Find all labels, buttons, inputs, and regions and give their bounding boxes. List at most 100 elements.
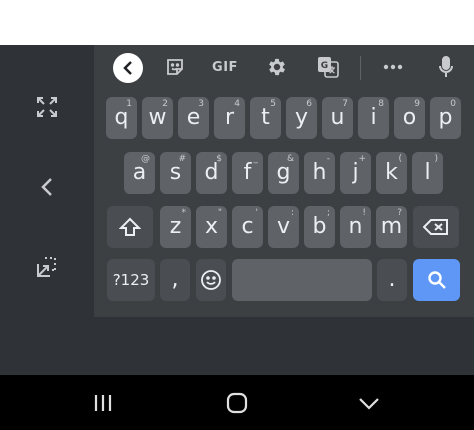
app-content-area [0,0,474,45]
key-k[interactable]: k( [376,152,407,194]
backspace-icon [423,219,448,235]
float-keyboard-button[interactable] [22,247,72,287]
key-hint: 8 [378,99,384,109]
key-hint: 2 [162,99,168,109]
search-icon [427,271,446,289]
search-action-key[interactable] [413,259,460,301]
key-a[interactable]: a @ [124,152,155,194]
key-label: t [261,105,270,130]
translate-button[interactable]: G [310,45,346,89]
key-hint: ! [362,208,366,218]
key-v[interactable]: v: [268,206,299,248]
period-key[interactable]: . [377,259,407,301]
key-i[interactable]: i8 [358,97,389,139]
translate-icon: G [318,57,339,78]
key-label: s [169,160,182,185]
key-o[interactable]: o9 [394,97,425,139]
key-label: c [241,214,254,239]
key-t[interactable]: t5 [250,97,281,139]
key-hint: 0 [450,99,456,109]
key-w[interactable]: w2 [142,97,173,139]
key-label: o [402,105,417,130]
key-q[interactable]: q1 [106,97,137,139]
settings-button[interactable] [259,45,295,89]
key-l[interactable]: l) [412,152,443,194]
key-hint: & [286,154,294,164]
key-c[interactable]: c ' [232,206,263,248]
sticker-icon [167,59,183,75]
key-b[interactable]: b; [304,206,335,248]
gear-icon [269,58,285,76]
key-label: m [380,214,403,239]
key-s[interactable]: s # [160,152,191,194]
shift-icon [119,217,141,236]
key-hint: 4 [234,99,240,109]
key-hint: @ [141,154,150,164]
backspace-key[interactable] [413,206,459,248]
key-f[interactable]: f _ [232,152,263,194]
shift-key[interactable] [107,206,153,248]
key-u[interactable]: u7 [322,97,353,139]
keyboard-bottom-area [0,317,474,375]
key-label: a [132,160,147,185]
key-label: g [276,160,291,185]
key-label: n [348,214,363,239]
chevron-down-icon [359,397,379,410]
home-button[interactable] [207,375,267,430]
float-keyboard-icon [37,257,56,277]
key-hint: ' [255,208,258,218]
key-label: x [204,214,219,239]
key-label: r [224,105,235,130]
gif-button[interactable]: GIF [205,45,245,89]
symbols-key[interactable]: ?123 [107,259,155,301]
key-hint: - [326,154,330,164]
key-h[interactable]: h- [304,152,335,194]
key-x[interactable]: x " [196,206,227,248]
fullscreen-button[interactable] [22,87,72,127]
key-hint: ) [434,154,438,164]
key-y[interactable]: y6 [286,97,317,139]
key-label: e [186,105,201,130]
key-p[interactable]: p0 [430,97,461,139]
comma-key[interactable]: , [160,259,190,301]
key-label: w [148,105,167,130]
emoji-key[interactable] [196,259,226,301]
recent-apps-button[interactable] [73,375,133,430]
key-hint: 1 [126,99,132,109]
back-nav-button[interactable] [339,375,399,430]
key-z[interactable]: z * [160,206,191,248]
chevron-left-icon [41,178,52,196]
sticker-button[interactable] [157,45,193,89]
key-hint: : [290,208,294,218]
key-hint: _ [253,154,259,164]
key-label: j [352,160,359,185]
key-label: q [114,105,129,130]
key-hint: + [358,154,366,164]
space-key[interactable] [232,259,372,301]
key-label: k [385,160,398,185]
one-handed-side-panel [0,45,94,317]
voice-input-button[interactable] [428,45,464,89]
svg-text:G: G [321,61,328,71]
toolbar-back-button[interactable] [113,53,143,83]
recent-apps-icon [94,394,112,411]
mic-icon [439,56,453,77]
key-d[interactable]: d $ [196,152,227,194]
more-options-button[interactable] [375,45,411,89]
key-r[interactable]: r4 [214,97,245,139]
key-label: v [276,214,291,239]
key-label: z [169,214,182,239]
key-hint: " [217,208,222,218]
key-m[interactable]: m? [376,206,407,248]
key-hint: ? [397,208,402,218]
key-label: h [312,160,327,185]
key-label: d [204,160,219,185]
move-keyboard-left-button[interactable] [22,167,72,207]
key-n[interactable]: n! [340,206,371,248]
key-label: f [243,160,252,185]
key-e[interactable]: e3 [178,97,209,139]
symbols-key-label: ?123 [112,271,150,289]
key-g[interactable]: g & [268,152,299,194]
key-j[interactable]: j + [340,152,371,194]
chevron-left-icon [123,61,132,75]
